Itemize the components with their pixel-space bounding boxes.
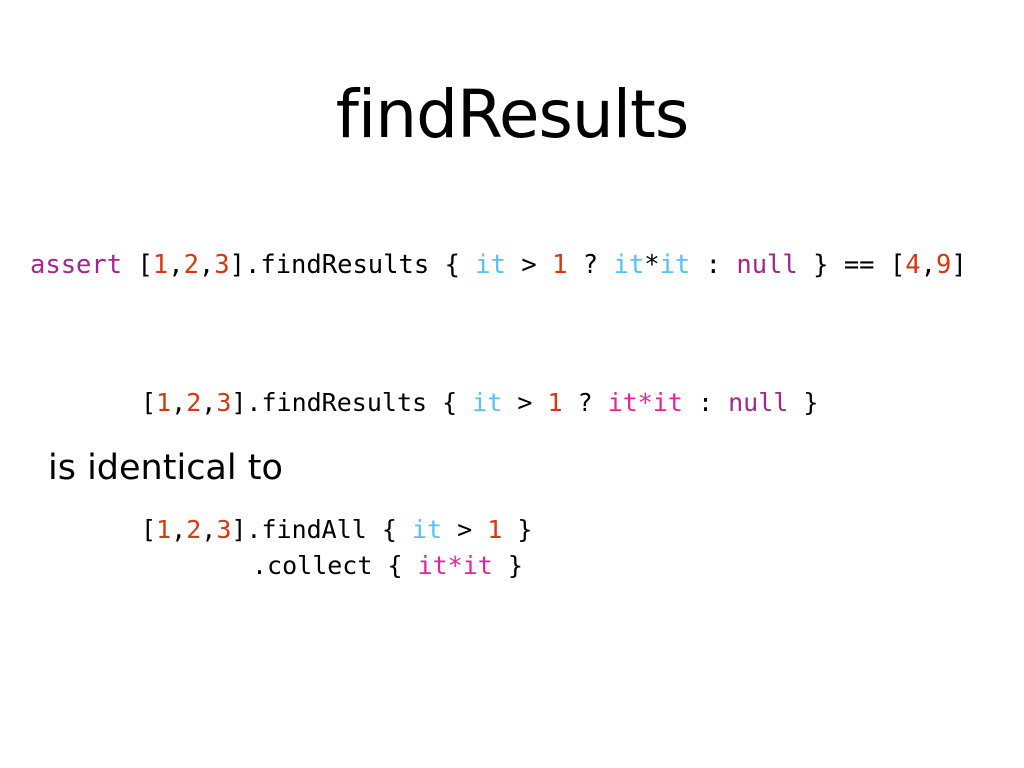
code-token: , (171, 515, 187, 544)
code-token: ].findResults { (229, 250, 476, 280)
number-token: 3 (216, 388, 232, 417)
null-keyword: null (728, 388, 789, 417)
null-keyword: null (736, 250, 798, 280)
code-token: .collect { (252, 551, 418, 580)
code-token: ] (951, 250, 967, 280)
code-token: , (201, 388, 217, 417)
number-token: 3 (214, 250, 230, 280)
code-token: : (690, 250, 737, 280)
code-token: [ (122, 250, 153, 280)
number-token: 1 (547, 388, 563, 417)
number-token: 3 (216, 515, 232, 544)
code-token: } (492, 551, 523, 580)
slide-title: findResults (335, 76, 690, 153)
code-token: ? (562, 388, 608, 417)
it-token: it (475, 250, 506, 280)
number-token: 1 (156, 515, 172, 544)
it-expression: it*it (607, 388, 683, 417)
code-token: } == [ (797, 250, 906, 280)
code-token: ].findResults { (231, 388, 473, 417)
it-expression: it*it (417, 551, 493, 580)
code-token: } (502, 515, 533, 544)
number-token: 2 (186, 388, 202, 417)
number-token: 1 (152, 250, 169, 280)
code-token: } (788, 388, 819, 417)
code-token: , (171, 388, 187, 417)
code-token: , (198, 250, 215, 280)
assert-keyword: assert (30, 250, 123, 280)
number-token: 4 (905, 250, 921, 280)
code-token: [ (141, 515, 157, 544)
code-token: ? (567, 250, 614, 280)
number-token: 1 (552, 250, 568, 280)
code-token: [ (141, 388, 157, 417)
code-token: , (201, 515, 217, 544)
number-token: 2 (186, 515, 202, 544)
code-token: ].findAll { (231, 515, 412, 544)
code-token: * (644, 250, 660, 280)
number-token: 2 (183, 250, 199, 280)
code-token: > (506, 250, 553, 280)
number-token: 1 (487, 515, 503, 544)
code-token: , (168, 250, 184, 280)
it-token: it (472, 388, 503, 417)
code-token: > (502, 388, 548, 417)
code-token: , (920, 250, 936, 280)
it-token: it (412, 515, 443, 544)
number-token: 1 (156, 388, 172, 417)
it-token: it (613, 250, 645, 280)
code-token: > (442, 515, 488, 544)
code-line-collect: .collect { it*it } (252, 548, 523, 584)
code-line-findall: [1,2,3].findAll { it > 1 } (141, 512, 532, 548)
code-line-assert: assert [1,2,3].findResults { it > 1 ? it… (30, 247, 967, 283)
number-token: 9 (935, 250, 952, 280)
code-line-findresults: [1,2,3].findResults { it > 1 ? it*it : n… (141, 385, 818, 421)
code-token: : (682, 388, 729, 417)
identical-to-text: is identical to (48, 448, 283, 488)
it-token: it (659, 250, 691, 280)
